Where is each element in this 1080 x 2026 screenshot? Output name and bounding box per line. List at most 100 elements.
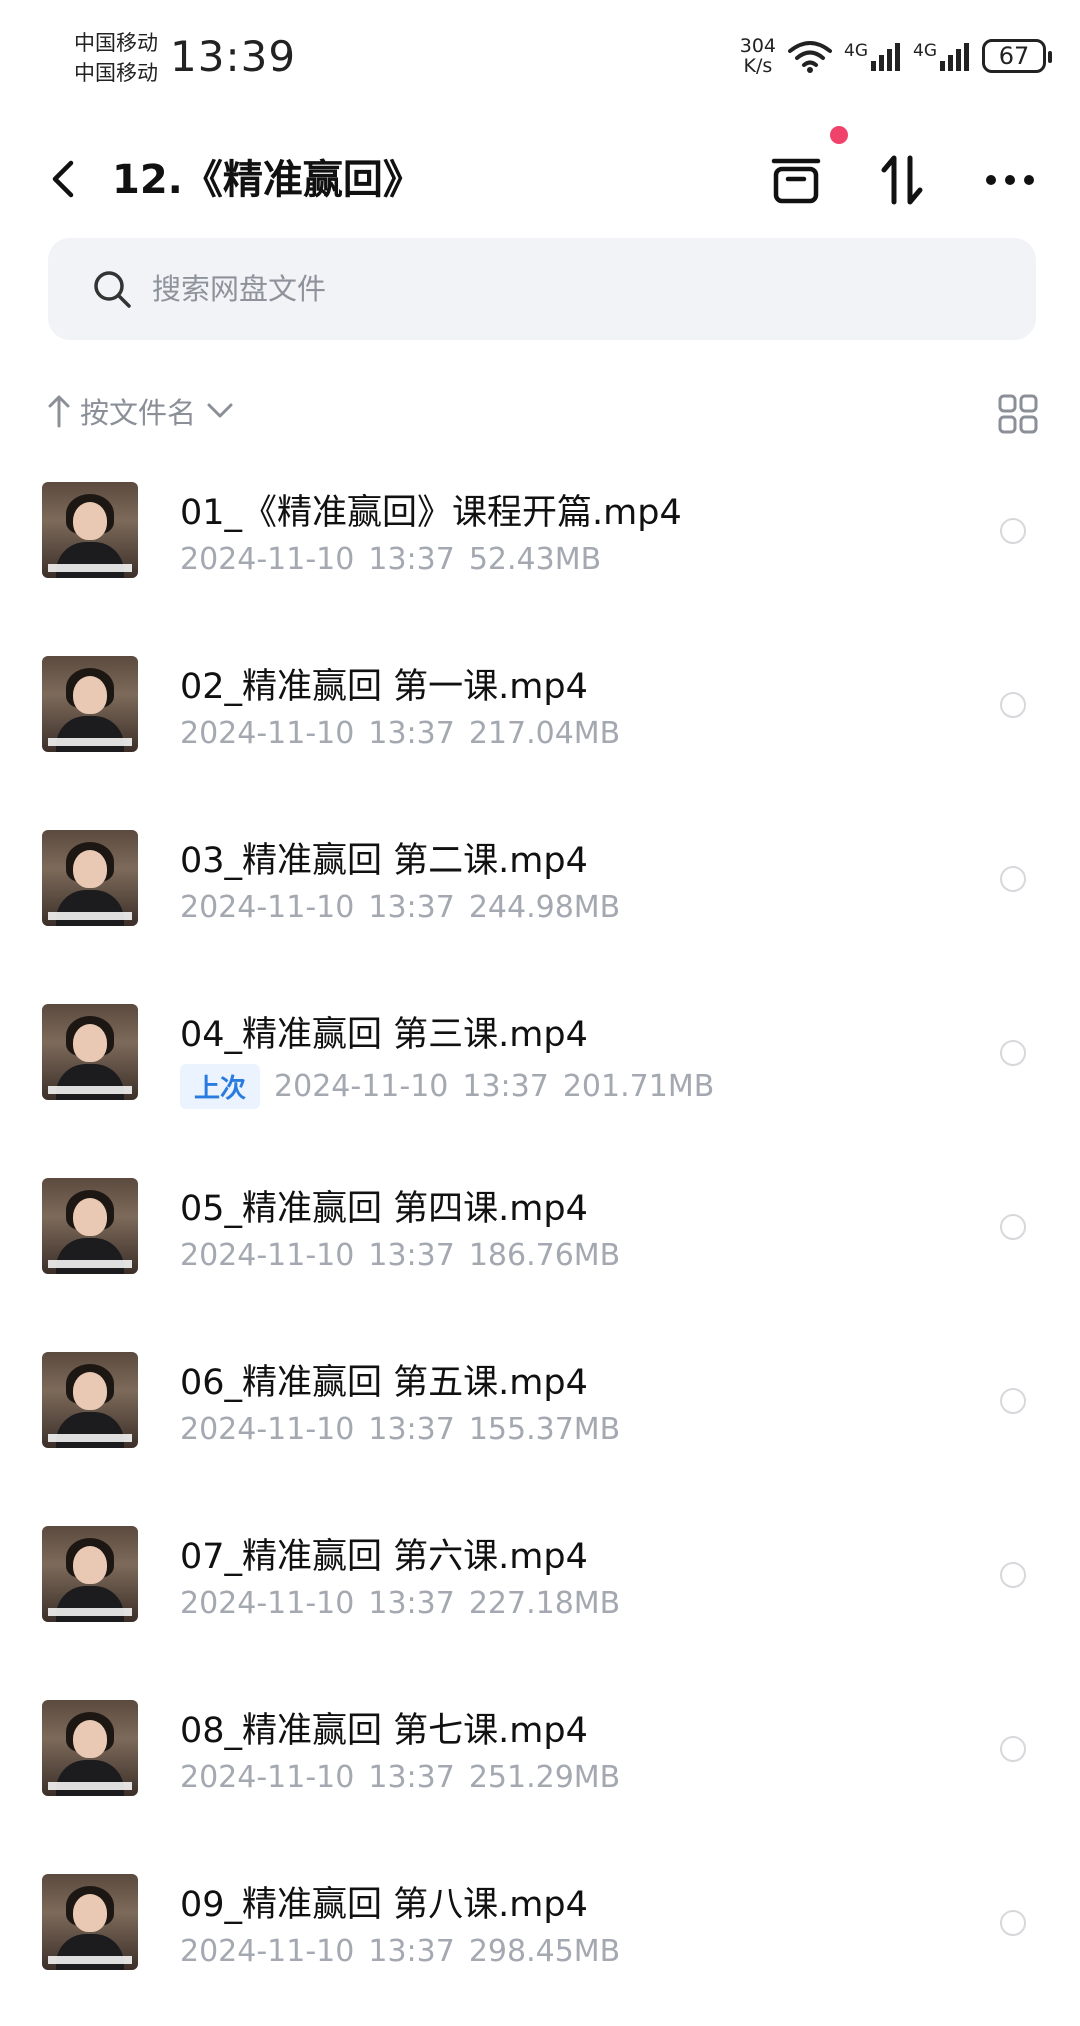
carrier-2: 中国移动 <box>74 61 158 85</box>
sort-label: 按文件名 <box>80 396 197 430</box>
select-radio[interactable] <box>1000 1388 1026 1414</box>
video-thumbnail <box>42 1874 138 1970</box>
sort-by-name-button[interactable]: 按文件名 <box>48 390 234 432</box>
sort-arrows-icon <box>881 155 923 205</box>
page-title: 12.《精准赢回》 <box>112 157 423 203</box>
file-row[interactable]: 04_精准赢回 第三课.mp4 上次 2024-11-10 13:37 201.… <box>0 982 1080 1156</box>
file-date: 2024-11-10 <box>180 1934 355 1969</box>
video-thumbnail <box>42 830 138 926</box>
file-name: 01_《精准赢回》课程开篇.mp4 <box>180 493 682 533</box>
signal-type-2: 4G <box>913 41 937 61</box>
file-time: 13:37 <box>368 1586 455 1621</box>
status-icons: 304 K/s 4G 4G 67 <box>740 36 1052 76</box>
header: 12.《精准赢回》 <box>0 130 1080 230</box>
file-row[interactable]: 03_精准赢回 第二课.mp4 2024-11-10 13:37 244.98M… <box>0 808 1080 982</box>
sort-row: 按文件名 <box>48 390 1038 440</box>
file-meta: 2024-11-10 13:37 298.45MB <box>180 1934 620 1969</box>
file-meta: 2024-11-10 13:37 186.76MB <box>180 1238 620 1273</box>
file-time: 13:37 <box>368 542 455 577</box>
file-size: 52.43MB <box>468 542 602 577</box>
file-meta: 2024-11-10 13:37 244.98MB <box>180 890 620 925</box>
file-time: 13:37 <box>368 716 455 751</box>
wifi-icon <box>788 41 832 73</box>
file-size: 227.18MB <box>468 1586 621 1621</box>
carrier-labels: 中国移动 中国移动 <box>74 28 158 88</box>
file-meta: 2024-11-10 13:37 251.29MB <box>180 1760 620 1795</box>
archive-button[interactable] <box>764 148 828 212</box>
select-radio[interactable] <box>1000 1562 1026 1588</box>
file-name: 06_精准赢回 第五课.mp4 <box>180 1363 588 1403</box>
file-row[interactable]: 05_精准赢回 第四课.mp4 2024-11-10 13:37 186.76M… <box>0 1156 1080 1330</box>
file-row[interactable]: 01_《精准赢回》课程开篇.mp4 2024-11-10 13:37 52.43… <box>0 460 1080 634</box>
cell-signal-1: 4G <box>844 41 901 71</box>
video-thumbnail <box>42 1526 138 1622</box>
select-radio[interactable] <box>1000 1040 1026 1066</box>
file-size: 298.45MB <box>468 1934 621 1969</box>
file-row[interactable]: 08_精准赢回 第七课.mp4 2024-11-10 13:37 251.29M… <box>0 1678 1080 1852</box>
grid-view-icon[interactable] <box>998 394 1038 434</box>
file-time: 13:37 <box>368 1238 455 1273</box>
video-thumbnail <box>42 1700 138 1796</box>
file-name: 04_精准赢回 第三课.mp4 <box>180 1015 588 1055</box>
file-date: 2024-11-10 <box>180 1760 355 1795</box>
file-date: 2024-11-10 <box>180 542 355 577</box>
file-meta: 2024-11-10 13:37 217.04MB <box>180 716 620 751</box>
more-button[interactable] <box>978 148 1042 212</box>
arrow-up-icon <box>48 395 70 428</box>
chevron-down-icon <box>207 403 233 418</box>
battery-indicator: 67 <box>982 39 1052 73</box>
select-radio[interactable] <box>1000 1736 1026 1762</box>
video-thumbnail <box>42 1004 138 1100</box>
search-input[interactable] <box>150 271 954 307</box>
file-time: 13:37 <box>462 1069 549 1104</box>
file-date: 2024-11-10 <box>180 1412 355 1447</box>
file-row[interactable]: 06_精准赢回 第五课.mp4 2024-11-10 13:37 155.37M… <box>0 1330 1080 1504</box>
file-name: 05_精准赢回 第四课.mp4 <box>180 1189 588 1229</box>
select-radio[interactable] <box>1000 866 1026 892</box>
file-date: 2024-11-10 <box>180 1238 355 1273</box>
file-size: 217.04MB <box>468 716 621 751</box>
file-list: 01_《精准赢回》课程开篇.mp4 2024-11-10 13:37 52.43… <box>0 460 1080 2026</box>
file-name: 03_精准赢回 第二课.mp4 <box>180 841 588 881</box>
file-size: 244.98MB <box>468 890 621 925</box>
sort-toggle-button[interactable] <box>870 148 934 212</box>
network-speed-value: 304 <box>739 35 776 57</box>
file-size: 186.76MB <box>468 1238 621 1273</box>
signal-bars-icon <box>940 43 969 71</box>
select-radio[interactable] <box>1000 692 1026 718</box>
select-radio[interactable] <box>1000 1214 1026 1240</box>
archive-icon <box>771 158 821 204</box>
file-time: 13:37 <box>368 890 455 925</box>
file-meta: 2024-11-10 13:37 227.18MB <box>180 1586 620 1621</box>
signal-bars-icon <box>871 43 900 71</box>
file-time: 13:37 <box>368 1412 455 1447</box>
video-thumbnail <box>42 1178 138 1274</box>
video-thumbnail <box>42 656 138 752</box>
search-icon <box>94 271 131 308</box>
select-radio[interactable] <box>1000 1910 1026 1936</box>
status-bar: 中国移动 中国移动 13:39 304 K/s 4G 4G 67 <box>0 0 1080 110</box>
network-speed: 304 K/s <box>740 36 776 76</box>
file-row[interactable]: 07_精准赢回 第六课.mp4 2024-11-10 13:37 227.18M… <box>0 1504 1080 1678</box>
file-row[interactable]: 09_精准赢回 第八课.mp4 2024-11-10 13:37 298.45M… <box>0 1852 1080 2026</box>
file-time: 13:37 <box>368 1934 455 1969</box>
clock: 13:39 <box>170 32 297 81</box>
file-size: 201.71MB <box>562 1069 715 1104</box>
notification-dot <box>830 126 848 144</box>
video-thumbnail <box>42 1352 138 1448</box>
cell-signal-2: 4G <box>913 41 970 71</box>
select-radio[interactable] <box>1000 518 1026 544</box>
last-viewed-badge: 上次 <box>180 1064 261 1109</box>
signal-type-1: 4G <box>844 41 868 61</box>
file-date: 2024-11-10 <box>180 716 355 751</box>
file-name: 09_精准赢回 第八课.mp4 <box>180 1885 588 1925</box>
file-size: 251.29MB <box>468 1760 621 1795</box>
network-speed-unit: K/s <box>743 55 773 77</box>
back-button[interactable] <box>40 152 84 206</box>
file-name: 07_精准赢回 第六课.mp4 <box>180 1537 588 1577</box>
search-bar[interactable] <box>48 238 1036 340</box>
file-time: 13:37 <box>368 1760 455 1795</box>
carrier-1: 中国移动 <box>74 31 158 55</box>
file-row[interactable]: 02_精准赢回 第一课.mp4 2024-11-10 13:37 217.04M… <box>0 634 1080 808</box>
more-icon <box>986 175 1034 185</box>
